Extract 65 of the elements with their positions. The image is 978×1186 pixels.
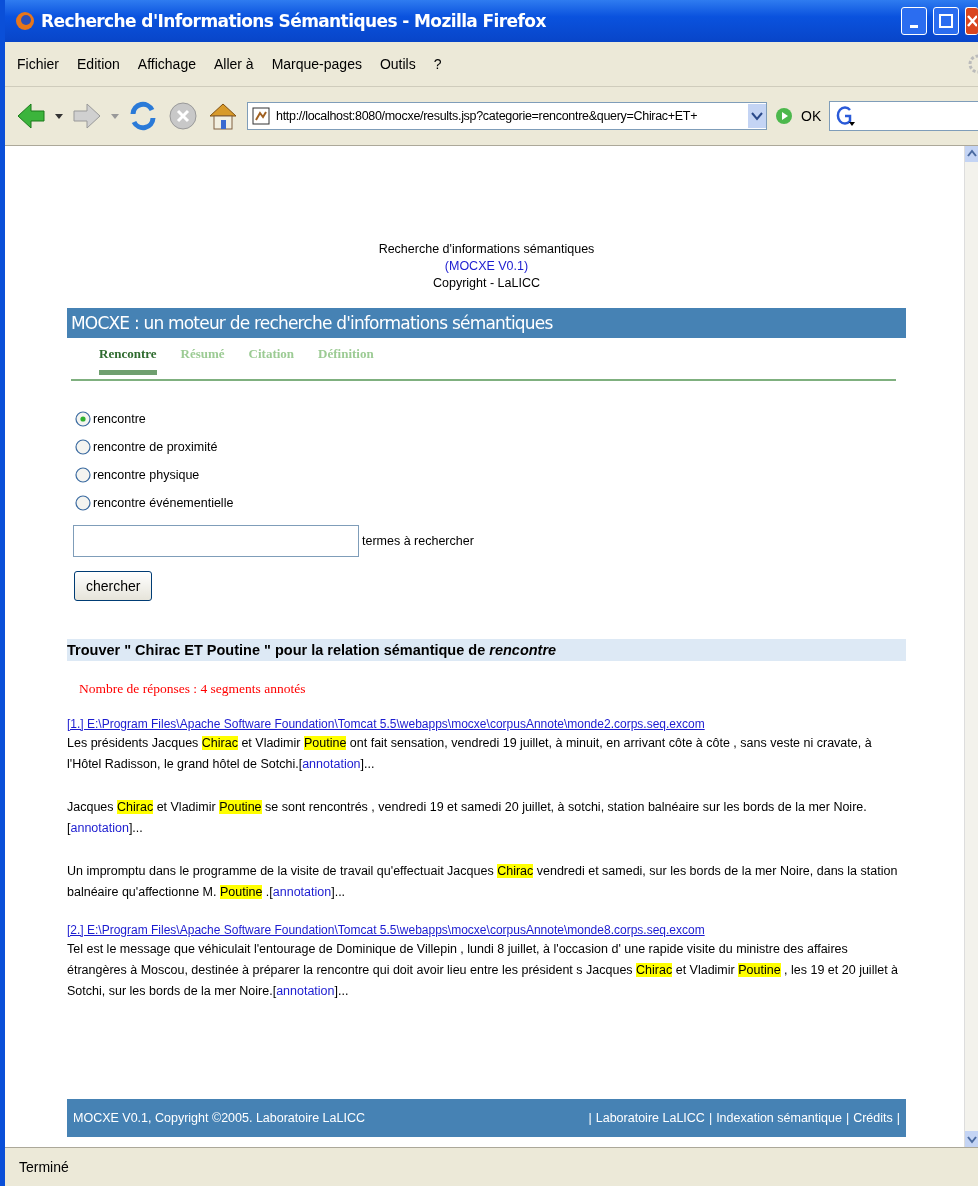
go-icon[interactable] bbox=[775, 107, 793, 125]
footer-link[interactable]: Laboratoire LaLICC bbox=[595, 1111, 705, 1125]
firefox-logo-icon bbox=[15, 11, 35, 31]
maximize-button[interactable] bbox=[933, 7, 959, 35]
separator: | bbox=[845, 1111, 850, 1125]
banner-title: MOCXE : un moteur de recherche d'informations sémantiques bbox=[67, 308, 906, 338]
radio-button[interactable] bbox=[75, 439, 91, 455]
result-snippet: Les présidents Jacques Chirac et Vladimir Poutine ont fait sensation, vendredi 19 juillet, à minuit, en arrivant côte à côte , sans veste ni cravate, à l'Hôtel Radisson, le grand hôtel de Sotchi.[annotation]... bbox=[67, 735, 873, 773]
menu-item[interactable]: Edition bbox=[77, 56, 120, 72]
tab[interactable]: Rencontre bbox=[99, 346, 157, 375]
menu-item[interactable]: ? bbox=[433, 56, 442, 72]
result-snippet: Jacques Chirac et Vladimir Poutine se sont rencontrés , vendredi 19 et samedi 20 juillet, à sotchi, station balnéaire sur les bords de la mer Noire.[annotation]... bbox=[67, 799, 868, 837]
separator: | bbox=[588, 1111, 592, 1125]
result-count: Nombre de réponses : 4 segments annotés bbox=[79, 681, 307, 697]
search-terms-field[interactable] bbox=[73, 525, 359, 557]
minimize-button[interactable] bbox=[901, 7, 927, 35]
copyright-text: Copyright - LaLICC bbox=[433, 276, 540, 290]
radio-label: rencontre bbox=[93, 412, 146, 426]
search-button[interactable]: chercher bbox=[74, 571, 153, 601]
search-field[interactable] bbox=[829, 101, 978, 131]
result-snippet: Un impromptu dans le programme de la visite de travail qu'effectuait Jacques Chirac vendredi et samedi, sur les bords de la mer Noire, dans la station balnéaire qu'affectionne M. Poutine .[annotation]... bbox=[67, 863, 899, 901]
document-link[interactable]: [2.] E:\Program Files\Apache Software Foundation\Tomcat 5.5\webapps\mocxe\corpusAnnote\monde8.corps.seq.excom bbox=[67, 923, 906, 937]
results-heading: Trouver " Chirac ET Poutine " pour la relation sémantique de rencontre bbox=[67, 639, 906, 661]
document-link[interactable]: [1.] E:\Program Files\Apache Software Foundation\Tomcat 5.5\webapps\mocxe\corpusAnnote\monde2.corps.seq.excom bbox=[67, 717, 906, 731]
radio-button[interactable] bbox=[75, 411, 91, 427]
footer-copyright: MOCXE V0.1, Copyright ©2005. Laboratoire LaLICC bbox=[73, 1111, 365, 1125]
separator: | bbox=[896, 1111, 900, 1125]
scroll-up-icon[interactable] bbox=[965, 146, 978, 162]
radio-label: rencontre de proximité bbox=[93, 440, 218, 454]
close-icon bbox=[967, 15, 977, 27]
status-text: Terminé bbox=[19, 1159, 69, 1175]
radio-label: rencontre physique bbox=[93, 468, 200, 482]
annotation-link[interactable]: annotation bbox=[302, 757, 361, 771]
menu-item[interactable]: Affichage bbox=[137, 56, 196, 72]
menu-item[interactable]: Fichier bbox=[17, 56, 59, 72]
field-label: termes à rechercher bbox=[362, 534, 474, 548]
dropdown-caret-icon[interactable] bbox=[748, 104, 766, 128]
scroll-down-icon[interactable] bbox=[965, 1131, 978, 1147]
result-snippet: Tel est le message que véhiculait l'entourage de Dominique de Villepin , lundi 8 juillet, à l'occasion d' une rapide visite du ministre des affaires étrangères à Moscou, destinée à préparer la rencontre qui doit avoir lieu entre les président s Jacques Chirac et Vladimir Poutine , les 19 et 20 juillet à Sotchi, sur les bords de la mer Noire.[annotation]... bbox=[67, 941, 900, 1000]
window-title: Recherche d'Informations Sémantiques - Mozilla Firefox bbox=[41, 11, 547, 31]
close-button[interactable] bbox=[965, 7, 978, 35]
search-engine-icon[interactable] bbox=[834, 105, 857, 127]
scrollbar[interactable] bbox=[964, 146, 978, 1147]
annotation-link[interactable]: annotation bbox=[272, 885, 332, 899]
radio-button[interactable] bbox=[75, 495, 91, 511]
minimize-icon bbox=[910, 24, 918, 28]
maximize-icon bbox=[939, 14, 953, 28]
page-icon bbox=[252, 107, 270, 125]
stop-icon[interactable] bbox=[167, 100, 199, 132]
version-link[interactable]: (MOCXE V0.1) bbox=[444, 259, 529, 273]
menu-item[interactable]: Marque-pages bbox=[271, 56, 362, 72]
address-bar[interactable]: http://localhost:8080/mocxe/results.jsp?categorie=rencontre&query=Chirac+ET+ bbox=[247, 102, 767, 130]
menu-item[interactable]: Aller à bbox=[213, 56, 254, 72]
go-button[interactable]: OK bbox=[801, 108, 822, 124]
menu-item[interactable]: Outils bbox=[379, 56, 416, 72]
site-subtitle: Recherche d'informations sémantiques bbox=[378, 242, 595, 256]
radio-button[interactable] bbox=[75, 467, 91, 483]
footer-link[interactable]: Crédits bbox=[853, 1111, 893, 1125]
footer-link[interactable]: Indexation sémantique bbox=[716, 1111, 842, 1125]
annotation-link[interactable]: annotation bbox=[276, 984, 335, 998]
annotation-link[interactable]: annotation bbox=[70, 821, 129, 835]
back-arrow-icon[interactable] bbox=[15, 100, 47, 132]
radio-label: rencontre événementielle bbox=[93, 496, 234, 510]
separator: | bbox=[708, 1111, 713, 1125]
dropdown-caret-icon[interactable] bbox=[55, 112, 63, 120]
